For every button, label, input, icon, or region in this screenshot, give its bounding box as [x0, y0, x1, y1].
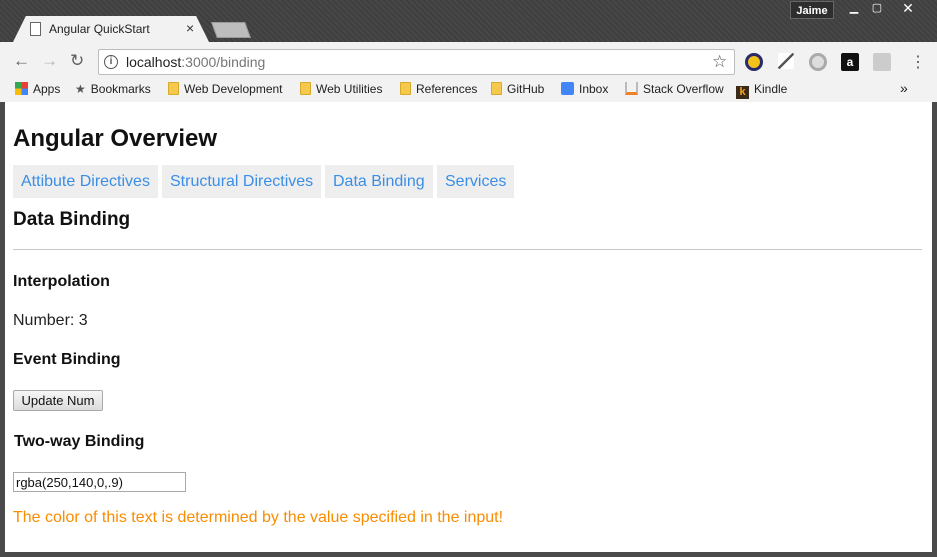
window-close-icon[interactable]: ✕ — [897, 1, 919, 17]
new-tab-button[interactable] — [211, 22, 251, 38]
star-icon: ★ — [75, 82, 86, 96]
url-text[interactable]: localhost:3000/binding — [126, 54, 265, 70]
color-input[interactable] — [13, 472, 186, 492]
bookmark-kindle[interactable]: k Kindle — [736, 82, 787, 99]
amazon-icon[interactable]: a — [841, 53, 859, 71]
bookmark-web-development[interactable]: Web Development — [168, 82, 283, 96]
event-binding-heading: Event Binding — [13, 351, 121, 368]
inbox-icon — [561, 82, 574, 95]
folder-icon — [168, 82, 179, 95]
page-title: Angular Overview — [13, 125, 218, 152]
divider — [13, 249, 922, 250]
nav-tab-data-binding[interactable]: Data Binding — [325, 165, 433, 198]
bookmark-stack-overflow[interactable]: Stack Overflow — [625, 82, 724, 96]
bookmark-bookmarks[interactable]: ★ Bookmarks — [75, 82, 151, 96]
reload-icon[interactable]: ↻ — [70, 51, 84, 71]
bookmark-web-utilities[interactable]: Web Utilities — [300, 82, 382, 96]
folder-icon — [300, 82, 311, 95]
bookmark-label: Bookmarks — [90, 82, 151, 96]
bookmark-label: Kindle — [754, 82, 788, 96]
menu-dots-icon[interactable]: ⋮ — [910, 52, 926, 72]
bookmark-star-icon[interactable]: ☆ — [712, 52, 727, 72]
nav-tab-services[interactable]: Services — [437, 165, 515, 198]
colored-text: The color of this text is determined by … — [13, 509, 504, 526]
bookmark-label: Inbox — [579, 82, 609, 96]
folder-icon — [400, 82, 411, 95]
extension-circle-icon[interactable] — [809, 53, 827, 71]
url-path: :3000/binding — [181, 54, 266, 70]
pdf-icon[interactable] — [873, 53, 891, 71]
url-host: localhost — [126, 54, 182, 70]
bookmark-references[interactable]: References — [400, 82, 477, 96]
page-icon — [30, 22, 41, 36]
kindle-icon: k — [736, 86, 749, 99]
back-arrow-icon[interactable]: ← — [13, 51, 30, 71]
two-way-binding-heading: Two-way Binding — [14, 433, 145, 450]
section-title: Data Binding — [13, 209, 131, 230]
bookmark-apps[interactable]: Apps — [15, 82, 60, 96]
eyedropper-icon[interactable] — [778, 53, 794, 69]
interpolation-heading: Interpolation — [13, 273, 110, 290]
bookmark-label: Web Development — [184, 82, 283, 96]
extension-moon-icon[interactable] — [745, 53, 763, 71]
bookmark-label: Apps — [33, 82, 61, 96]
update-num-button[interactable]: Update Num — [13, 390, 103, 411]
apps-grid-icon — [15, 82, 28, 95]
bookmark-label: Web Utilities — [316, 82, 383, 96]
profile-button[interactable]: Jaime — [790, 1, 834, 19]
bookmark-label: Stack Overflow — [643, 82, 724, 96]
forward-arrow-icon[interactable]: → — [41, 51, 58, 71]
minimize-icon[interactable]: ▁ — [843, 1, 865, 17]
info-icon[interactable]: i — [104, 55, 118, 69]
number-value: Number: 3 — [13, 312, 88, 329]
tab-title: Angular QuickStart — [49, 22, 150, 36]
bookmarks-overflow-icon[interactable]: » — [900, 80, 908, 96]
bookmark-github[interactable]: GitHub — [491, 82, 544, 96]
bookmark-label: References — [416, 82, 478, 96]
browser-window: Angular QuickStart × Jaime ▁ ▢ ✕ ← → ↻ i… — [0, 0, 937, 557]
bookmark-inbox[interactable]: Inbox — [561, 82, 608, 96]
maximize-icon[interactable]: ▢ — [866, 1, 888, 17]
tab-close-icon[interactable]: × — [186, 20, 194, 36]
nav-tab-attribute-directives[interactable]: Attibute Directives — [13, 165, 158, 198]
nav-tab-structural-directives[interactable]: Structural Directives — [162, 165, 322, 198]
stackoverflow-icon — [625, 82, 638, 95]
bookmark-label: GitHub — [507, 82, 545, 96]
folder-icon — [491, 82, 502, 95]
